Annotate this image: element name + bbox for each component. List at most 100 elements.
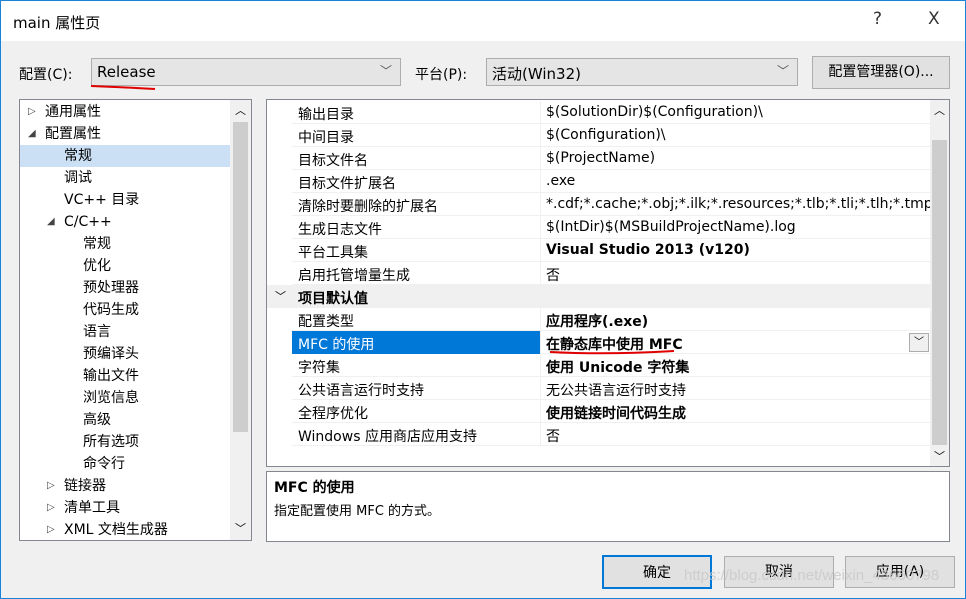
collapse-icon[interactable]: ﹀: [275, 288, 286, 304]
property-value[interactable]: *.cdf;*.cache;*.obj;*.ilk;*.resources;*.…: [546, 196, 930, 212]
property-row[interactable]: 目标文件名 $(ProjectName): [292, 147, 930, 170]
property-name: 公共语言运行时支持: [298, 383, 424, 399]
expand-arrow-icon[interactable]: ▷: [47, 497, 55, 519]
tree-item[interactable]: ▷ 清单工具: [20, 497, 230, 519]
watermark: https://blog.csdn.net/weixin_43660798: [684, 567, 940, 584]
tree-item[interactable]: 代码生成: [20, 299, 230, 321]
tree-item[interactable]: 输出文件: [20, 365, 230, 387]
platform-value: 活动(Win32): [492, 65, 581, 83]
config-manager-button[interactable]: 配置管理器(O)...: [812, 56, 950, 89]
tree-item[interactable]: ▷ 通用属性: [20, 101, 230, 123]
property-value[interactable]: $(IntDir)$(MSBuildProjectName).log: [546, 219, 930, 235]
tree-item[interactable]: 调试: [20, 167, 230, 189]
property-value[interactable]: $(Configuration)\: [546, 127, 930, 143]
tree-item[interactable]: 命令行: [20, 453, 230, 475]
close-button[interactable]: X: [928, 9, 940, 29]
property-grid: ︿ ﹀ 输出目录 $(SolutionDir)$(Configuration)\ 中…: [266, 99, 950, 467]
tree-item[interactable]: ▷ 链接器: [20, 475, 230, 497]
column-divider: [540, 400, 541, 423]
scroll-up-icon[interactable]: ︿: [934, 102, 945, 118]
property-row[interactable]: MFC 的使用 在静态库中使用 MFC ﹀: [292, 331, 930, 355]
scroll-up-icon[interactable]: ︿: [235, 102, 246, 118]
property-value[interactable]: $(SolutionDir)$(Configuration)\: [546, 104, 930, 120]
property-row[interactable]: 输出目录 $(SolutionDir)$(Configuration)\: [292, 101, 930, 124]
tree-item-label: 代码生成: [83, 302, 139, 318]
property-row[interactable]: 配置类型 应用程序(.exe): [292, 308, 930, 331]
property-value[interactable]: 否: [546, 426, 930, 446]
tree-item-label: 预处理器: [83, 280, 139, 296]
help-button[interactable]: ?: [873, 9, 882, 29]
tree-item-label: 调试: [64, 170, 92, 186]
collapse-arrow-icon[interactable]: ◢: [28, 123, 36, 145]
scroll-down-icon[interactable]: ﹀: [235, 520, 246, 536]
tree-item[interactable]: 常规: [20, 145, 230, 167]
expand-arrow-icon[interactable]: ▷: [28, 101, 36, 123]
column-divider: [540, 308, 541, 331]
description-title: MFC 的使用: [274, 480, 355, 496]
property-name: 全程序优化: [298, 406, 368, 422]
tree-item-label: 输出文件: [83, 368, 139, 384]
description-panel: MFC 的使用 指定配置使用 MFC 的方式。: [266, 471, 950, 542]
tree-scrollbar[interactable]: ︿ ﹀: [230, 100, 251, 540]
tree-item[interactable]: 所有选项: [20, 431, 230, 453]
column-divider: [540, 101, 541, 124]
property-row[interactable]: 全程序优化 使用链接时间代码生成: [292, 400, 930, 423]
property-value[interactable]: 否: [546, 265, 930, 285]
tree-item[interactable]: ▷ XML 文档生成器: [20, 519, 230, 540]
scroll-down-icon[interactable]: ﹀: [934, 448, 945, 464]
column-divider: [540, 147, 541, 170]
property-name: Windows 应用商店应用支持: [298, 429, 477, 445]
tree-item[interactable]: 高级: [20, 409, 230, 431]
property-row[interactable]: 目标文件扩展名 .exe: [292, 170, 930, 193]
chevron-down-icon: ﹀: [379, 64, 392, 78]
platform-dropdown[interactable]: 活动(Win32) ﹀: [486, 58, 798, 86]
expand-arrow-icon[interactable]: ▷: [47, 475, 55, 497]
tree-item[interactable]: 常规: [20, 233, 230, 255]
property-value[interactable]: Visual Studio 2013 (v120): [546, 242, 930, 258]
tree-item-label: XML 文档生成器: [64, 522, 168, 538]
tree-item-label: 优化: [83, 258, 111, 274]
property-row[interactable]: 启用托管增量生成 否: [292, 262, 930, 285]
tree-item-label: 所有选项: [83, 434, 139, 450]
column-divider: [540, 354, 541, 377]
collapse-arrow-icon[interactable]: ◢: [47, 211, 55, 233]
column-divider: [540, 377, 541, 400]
value-dropdown-button[interactable]: ﹀: [909, 333, 929, 352]
property-value[interactable]: 使用 Unicode 字符集: [546, 357, 930, 377]
column-divider: [540, 423, 541, 446]
tree-item[interactable]: 预处理器: [20, 277, 230, 299]
tree-item[interactable]: 预编译头: [20, 343, 230, 365]
property-value[interactable]: 使用链接时间代码生成: [546, 403, 930, 423]
tree-scroll-thumb[interactable]: [233, 122, 248, 432]
property-value[interactable]: .exe: [546, 173, 930, 189]
property-name: 字符集: [298, 360, 340, 376]
tree-item[interactable]: VC++ 目录: [20, 189, 230, 211]
property-value[interactable]: 无公共语言运行时支持: [546, 380, 930, 400]
property-row[interactable]: 清除时要删除的扩展名 *.cdf;*.cache;*.obj;*.ilk;*.re…: [292, 193, 930, 216]
property-value[interactable]: $(ProjectName): [546, 150, 930, 166]
tree-item[interactable]: 优化: [20, 255, 230, 277]
property-value[interactable]: 应用程序(.exe): [546, 311, 930, 331]
category-label: 项目默认值: [298, 291, 368, 307]
tree-item-label: 命令行: [83, 456, 125, 472]
tree-item-label: 常规: [64, 148, 92, 164]
category-header[interactable]: ﹀ 项目默认值: [267, 285, 930, 308]
tree-item[interactable]: ◢ C/C++: [20, 211, 230, 233]
grid-scrollbar[interactable]: ︿ ﹀: [930, 100, 949, 466]
tree-item[interactable]: ◢ 配置属性: [20, 123, 230, 145]
property-row[interactable]: 中间目录 $(Configuration)\: [292, 124, 930, 147]
column-divider: [540, 193, 541, 216]
property-row[interactable]: Windows 应用商店应用支持 否: [292, 423, 930, 446]
property-name: MFC 的使用: [292, 331, 540, 354]
expand-arrow-icon[interactable]: ▷: [47, 519, 55, 540]
window-title: main 属性页: [13, 14, 101, 32]
property-row[interactable]: 平台工具集 Visual Studio 2013 (v120): [292, 239, 930, 262]
grid-scroll-thumb[interactable]: [932, 140, 947, 445]
property-name: 中间目录: [298, 130, 354, 146]
property-row[interactable]: 公共语言运行时支持 无公共语言运行时支持: [292, 377, 930, 400]
config-dropdown[interactable]: Release ﹀: [91, 58, 401, 86]
tree-item[interactable]: 浏览信息: [20, 387, 230, 409]
property-row[interactable]: 字符集 使用 Unicode 字符集: [292, 354, 930, 377]
property-row[interactable]: 生成日志文件 $(IntDir)$(MSBuildProjectName).log: [292, 216, 930, 239]
tree-item[interactable]: 语言: [20, 321, 230, 343]
